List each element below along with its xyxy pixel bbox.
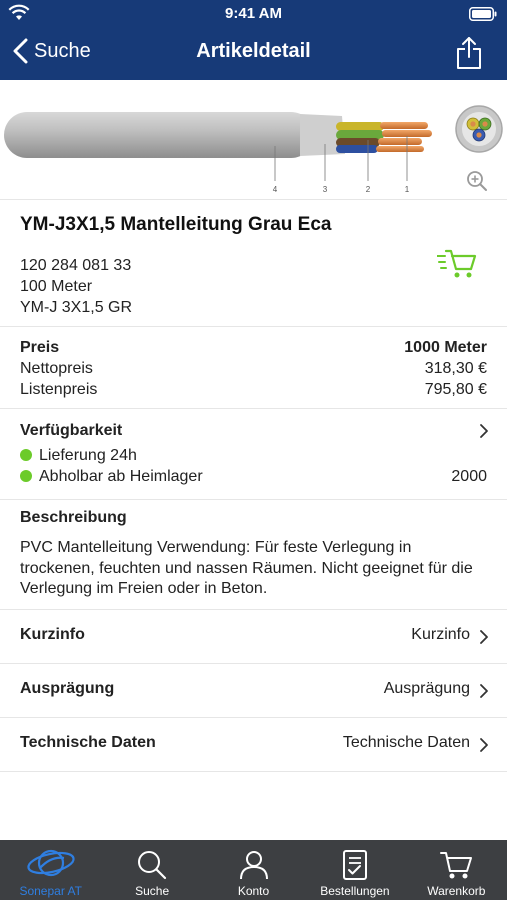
share-icon[interactable] [455,36,483,70]
description-text: PVC Mantelleitung Verwendung: Für feste … [20,539,473,597]
image-marker: 2 [366,185,371,194]
zoom-in-icon[interactable] [466,170,488,192]
battery-icon [469,7,497,21]
row-label: Ausprägung [20,680,115,697]
delivery-status-label: Lieferung 24h [39,447,137,464]
row-value: Technische Daten [342,734,470,751]
description-section: Beschreibung PVC Mantelleitung Verwendun… [0,500,507,610]
list-price-value: 795,80 € [424,381,487,398]
row-kurzinfo[interactable]: Kurzinfo Kurzinfo [0,610,507,664]
row-value: Kurzinfo [411,626,470,643]
orders-icon [342,850,367,880]
net-price-label: Nettopreis [20,360,93,377]
tab-warenkorb[interactable]: Warenkorb [406,840,507,900]
availability-label: Verfügbarkeit [20,422,123,439]
status-time: 9:41 AM [225,5,282,22]
product-name: YM-J3X1,5 Mantelleitung Grau Eca [20,214,332,235]
chevron-right-icon [480,424,488,438]
article-number: 120 284 081 33 [20,257,132,274]
tab-label: Konto [237,884,270,898]
price-quantity: 1000 Meter [404,339,487,356]
chevron-right-icon [480,738,488,752]
pickup-status-label: Abholbar ab Heimlager [39,468,203,485]
tab-label: Sonepar AT [19,884,82,898]
tab-konto[interactable]: Konto [203,840,304,900]
chevron-right-icon [480,630,488,644]
pickup-quantity: 2000 [451,468,487,485]
availability-dot-icon [20,470,32,482]
navigation-bar: Suche Artikeldetail [0,28,507,78]
row-technische-daten[interactable]: Technische Daten Technische Daten [0,718,507,772]
availability-dot-icon [20,449,32,461]
tab-label: Warenkorb [427,884,486,898]
tab-bestellungen[interactable]: Bestellungen [304,840,405,900]
page-title: Artikeldetail [196,40,311,62]
search-icon [138,851,167,880]
person-icon [239,851,268,880]
description-label: Beschreibung [20,509,127,526]
availability-section[interactable]: Verfügbarkeit Lieferung 24h Abholbar ab … [0,409,507,500]
add-to-cart-button[interactable] [437,248,477,280]
sonepar-logo-icon [27,849,75,877]
packaging-unit: 100 Meter [20,278,93,295]
tab-label: Suche [135,884,170,898]
list-price-label: Listenpreis [20,381,98,398]
row-label: Technische Daten [20,734,156,751]
price-label: Preis [20,339,60,356]
cable-cross-section-thumbnail[interactable] [454,104,504,154]
price-section: Preis 1000 Meter Nettopreis 318,30 € Lis… [0,327,507,409]
row-label: Kurzinfo [20,626,85,643]
pickup-status: Abholbar ab Heimlager [20,468,203,486]
cart-icon [440,852,473,879]
delivery-status: Lieferung 24h [20,447,137,465]
header: 9:41 AM Suche Artikeldetail [0,0,507,80]
image-marker: 4 [273,185,278,194]
row-value: Ausprägung [383,680,470,697]
product-image-area: 4 3 2 1 [0,80,507,200]
product-info-section: YM-J3X1,5 Mantelleitung Grau Eca 120 284… [0,200,507,327]
image-marker: 1 [405,185,410,194]
chevron-right-icon [480,684,488,698]
image-marker: 3 [323,185,328,194]
tab-suche[interactable]: Suche [101,840,202,900]
tab-sonepar[interactable]: Sonepar AT [0,840,101,900]
tab-label: Bestellungen [320,884,390,898]
product-short-name: YM-J 3X1,5 GR [20,299,133,316]
net-price-value: 318,30 € [424,360,487,377]
row-auspraegung[interactable]: Ausprägung Ausprägung [0,664,507,718]
tab-bar: Sonepar AT Suche Konto Bestellungen Ware… [0,840,507,900]
status-bar: 9:41 AM [0,0,507,28]
